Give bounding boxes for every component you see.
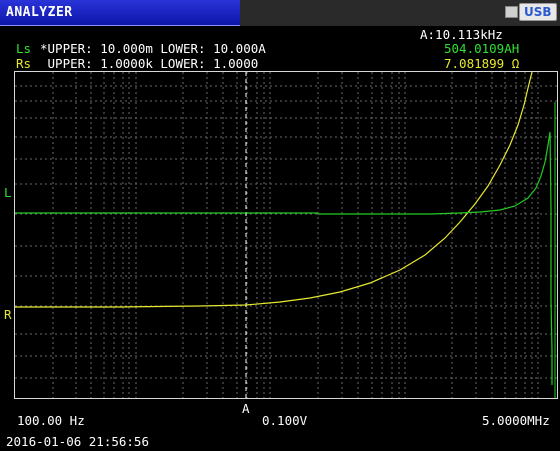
- x-end-label: 5.0000MHz: [482, 413, 550, 428]
- cursor-a-label: A: [242, 401, 250, 416]
- amplitude-label: 0.100V: [262, 413, 308, 428]
- graph-overlay: [15, 71, 557, 400]
- rs-trace: [15, 71, 533, 308]
- graph-grid: [15, 72, 557, 398]
- ls-trace: [15, 131, 553, 385]
- x-start-label: 100.00 Hz: [17, 413, 85, 428]
- l-marker: L: [4, 185, 12, 200]
- r-marker: R: [4, 307, 12, 322]
- datetime-readout: 2016-01-06 21:56:56: [6, 434, 149, 449]
